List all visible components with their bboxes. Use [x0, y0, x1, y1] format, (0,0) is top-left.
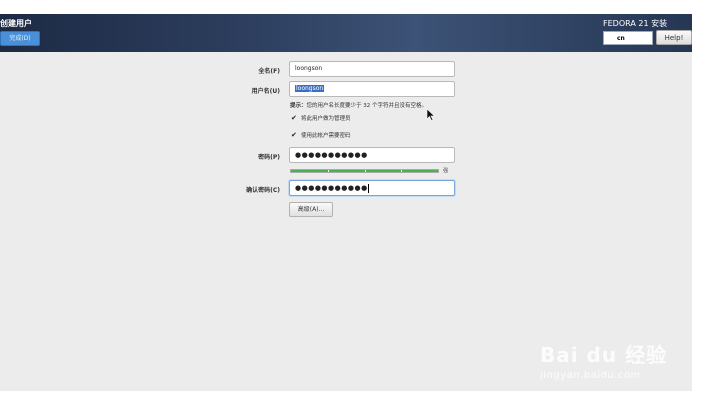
mouse-pointer-icon: [427, 109, 435, 121]
password-input[interactable]: ●●●●●●●●●●●: [289, 147, 455, 163]
admin-checkbox[interactable]: ✔: [291, 115, 298, 122]
username-hint: 提示：您的用户名长度要少于 32 个字符并且没有空格。: [290, 101, 427, 109]
product-title: FEDORA 21 安装: [603, 19, 668, 28]
header-bar: 创建用户 完成(D) FEDORA 21 安装 cn Help!: [0, 14, 692, 52]
keyboard-layout-indicator[interactable]: cn: [603, 31, 653, 45]
installer-screen: 创建用户 完成(D) FEDORA 21 安装 cn Help! 全名(F) l…: [0, 14, 692, 391]
password-strength-label: 强: [443, 168, 449, 174]
confirm-password-value: ●●●●●●●●●●●: [295, 184, 368, 192]
fullname-label: 全名(F): [258, 68, 280, 75]
password-label: 密码(P): [258, 154, 280, 161]
fullname-value: loongson: [295, 65, 323, 72]
password-strength-bar: [290, 169, 439, 173]
hint-text: 您的用户名长度要少于 32 个字符并且没有空格。: [306, 103, 428, 109]
done-button[interactable]: 完成(D): [0, 31, 40, 46]
strength-divider: [401, 170, 403, 172]
username-label: 用户名(U): [251, 88, 280, 95]
hint-prefix: 提示：: [290, 103, 307, 109]
fullname-input[interactable]: loongson: [289, 61, 455, 77]
admin-checkbox-row[interactable]: ✔ 将此用户做为管理员: [291, 114, 351, 123]
watermark-url: jingyan.baidu.com: [540, 370, 641, 381]
username-value: loongson: [295, 85, 325, 92]
admin-checkbox-label: 将此用户做为管理员: [301, 116, 351, 122]
text-caret: [367, 184, 369, 193]
confirm-password-label: 确认密码(C): [246, 187, 280, 194]
advanced-button[interactable]: 高级(A)...: [289, 202, 333, 217]
page-title: 创建用户: [0, 19, 32, 28]
password-value: ●●●●●●●●●●●: [295, 151, 368, 159]
confirm-password-input[interactable]: ●●●●●●●●●●●: [289, 180, 455, 196]
watermark: Bai du 经验 jingyan.baidu.com: [540, 339, 667, 381]
username-input[interactable]: loongson: [289, 81, 455, 97]
strength-divider: [327, 170, 329, 172]
strength-divider: [364, 170, 366, 172]
require-password-checkbox-row[interactable]: ✔ 使用此帐户需要密码: [291, 131, 351, 140]
require-password-label: 使用此帐户需要密码: [301, 133, 351, 139]
help-button[interactable]: Help!: [656, 30, 692, 45]
require-password-checkbox[interactable]: ✔: [291, 132, 298, 139]
watermark-logo: Bai du 经验: [540, 343, 668, 367]
